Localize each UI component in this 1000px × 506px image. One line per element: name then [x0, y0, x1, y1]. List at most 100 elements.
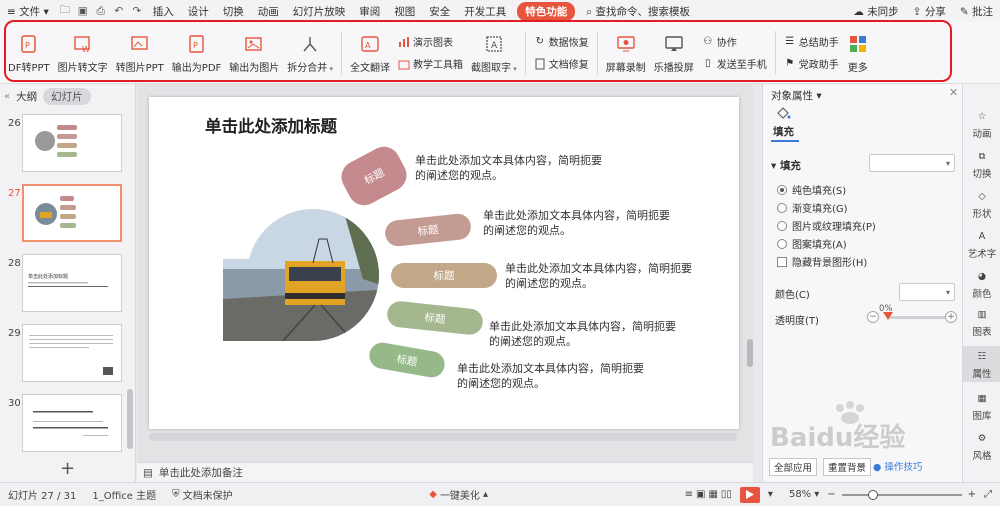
tab-animation[interactable]: 动画 [251, 4, 286, 19]
share-button[interactable]: ⇪ 分享 [906, 4, 953, 19]
sidebar-item-chart[interactable]: ▥ 图表 [963, 306, 1000, 339]
sidebar-item-color[interactable]: ◕ 颜色 [963, 268, 1000, 301]
sorter-view-icon[interactable]: ▦ [708, 489, 717, 500]
more-button[interactable]: 更多 [843, 27, 873, 79]
sidebar-item-wordart[interactable]: A 艺术字 [963, 228, 1000, 261]
slide-thumbnail-30[interactable]: 30 [0, 394, 130, 454]
transparency-slider[interactable] [883, 312, 945, 320]
body-text-3[interactable]: 单击此处添加文本具体内容，简明扼要的阐述您的观点。 [505, 261, 695, 291]
body-text-2[interactable]: 单击此处添加文本具体内容，简明扼要的阐述您的观点。 [483, 208, 673, 238]
party-assistant-button[interactable]: ⚑ 党政助手 [784, 56, 838, 71]
tab-developer[interactable]: 开发工具 [457, 4, 513, 19]
tab-transition[interactable]: 切换 [216, 4, 251, 19]
radio-pattern-fill[interactable]: 图案填充(A) [777, 236, 847, 251]
sidebar-item-shape[interactable]: ◇ 形状 [963, 188, 1000, 221]
fill-type-dropdown[interactable]: ▾ [869, 154, 955, 172]
undo-icon[interactable]: ↶ [110, 5, 128, 17]
tab-insert[interactable]: 插入 [146, 4, 181, 19]
slider-knob[interactable] [883, 312, 893, 320]
zoom-level[interactable]: 58% ▾ [781, 489, 827, 500]
notes-pane[interactable]: ▤ 单击此处添加备注 [137, 462, 753, 482]
zoom-in-button[interactable]: + [968, 489, 976, 500]
radio-picture-fill[interactable]: 图片或纹理填充(P) [777, 218, 876, 233]
section-fill[interactable]: ▾ 填充 [771, 158, 801, 173]
theme-name[interactable]: 1_Office 主题 [84, 487, 164, 502]
tab-view[interactable]: 视图 [387, 4, 422, 19]
increase-transparency-button[interactable]: + [945, 311, 957, 323]
thumbnail-scrollbar[interactable] [127, 389, 133, 449]
title-pill-3[interactable]: 标题 [391, 263, 497, 288]
reading-view-icon[interactable]: ▯▯ [721, 489, 732, 500]
sidebar-item-properties[interactable]: ☷ 属性 [963, 346, 1000, 382]
color-dropdown[interactable]: ▾ [899, 283, 955, 301]
tips-link[interactable]: ● 操作技巧 [873, 459, 922, 473]
tab-review[interactable]: 审阅 [352, 4, 387, 19]
radio-gradient-fill[interactable]: 渐变填充(G) [777, 200, 848, 215]
slide-thumbnail-28[interactable]: 28 单击此处添加标题 [0, 254, 130, 314]
image-to-text-button[interactable]: W 图片转文字 [54, 27, 112, 79]
beautify-button[interactable]: ◆ 一键美化 ▴ [421, 487, 496, 502]
tab-special-features[interactable]: 特色功能 [517, 1, 576, 21]
slide-thumbnail-27[interactable]: 27 [0, 184, 130, 244]
vertical-scrollbar[interactable] [747, 339, 753, 367]
screen-record-button[interactable]: 屏幕录制 [602, 27, 650, 79]
body-text-1[interactable]: 单击此处添加文本具体内容，简明扼要的阐述您的观点。 [415, 153, 605, 183]
title-pill-2[interactable]: 标题 [383, 212, 473, 248]
split-merge-button[interactable]: 拆分合并 ▾ [283, 27, 337, 79]
slide-title[interactable]: 单击此处添加标题 [205, 113, 337, 137]
doc-repair-button[interactable]: 文档修复 [534, 56, 589, 71]
add-slide-button[interactable]: + [60, 458, 75, 479]
sidebar-item-style[interactable]: ⚙ 风格 [963, 430, 1000, 463]
panel-title[interactable]: 对象属性 ▾ [771, 88, 822, 103]
title-pill-4[interactable]: 标题 [385, 300, 485, 336]
fit-window-icon[interactable]: ⤢ [976, 489, 1000, 500]
pdf-to-ppt-button[interactable]: P DF转PPT [4, 27, 54, 79]
tab-slides[interactable]: 幻灯片 [43, 87, 91, 105]
slide-thumbnail-26[interactable]: 26 [0, 114, 130, 174]
tab-outline[interactable]: 大纲 [16, 89, 37, 104]
title-pill-5[interactable]: 标题 [367, 340, 447, 380]
data-recovery-button[interactable]: ↻ 数据恢复 [534, 34, 589, 49]
slide-27[interactable]: 单击此处添加标题 标题 单击此处添加文本具体内容，简明扼要的阐述您的观点。 标题… [149, 97, 739, 429]
slide-thumbnail-29[interactable]: 29 [0, 324, 130, 384]
sidebar-item-transition[interactable]: ⧉ 切换 [963, 148, 1000, 181]
zoom-slider[interactable] [841, 489, 962, 500]
tab-slideshow[interactable]: 幻灯片放映 [286, 4, 353, 19]
play-slideshow-button[interactable] [739, 486, 760, 503]
zoom-out-button[interactable]: − [827, 489, 835, 500]
sidebar-item-animation[interactable]: ☆ 动画 [963, 108, 1000, 141]
teach-toolbox-button[interactable]: 教学工具箱 [398, 56, 463, 71]
hide-background-checkbox[interactable]: 隐藏背景图形(H) [777, 254, 867, 269]
protect-status[interactable]: ⛨ 文档未保护 [164, 487, 241, 502]
open-icon[interactable]: 🗀 [56, 2, 74, 20]
body-text-5[interactable]: 单击此处添加文本具体内容，简明扼要的阐述您的观点。 [457, 361, 647, 391]
title-pill-1[interactable]: 标题 [335, 141, 413, 211]
image-to-ppt-button[interactable]: 转图片PPT [112, 27, 168, 79]
redo-icon[interactable]: ↷ [128, 5, 146, 17]
send-phone-button[interactable]: ▯ 发送至手机 [702, 56, 767, 71]
decrease-transparency-button[interactable]: − [867, 311, 879, 323]
full-translate-button[interactable]: A 全文翻译 [346, 27, 394, 79]
notes-view-icon[interactable]: ≡ [685, 489, 693, 500]
close-icon[interactable]: ✕ [949, 86, 958, 99]
body-text-4[interactable]: 单击此处添加文本具体内容，简明扼要的阐述您的观点。 [489, 319, 679, 349]
demo-chart-button[interactable]: 演示图表 [398, 34, 463, 49]
save-icon[interactable]: ▣ [74, 5, 92, 17]
play-options-icon[interactable]: ▾ [760, 489, 781, 500]
file-menu[interactable]: ≡ 文件 ▾ [0, 4, 56, 19]
collapse-panel-icon[interactable]: « [4, 91, 10, 102]
zoom-knob[interactable] [867, 489, 878, 500]
reset-background-button[interactable]: 重置背景 [823, 458, 872, 476]
export-pdf-button[interactable]: P 输出为PDF [168, 27, 225, 79]
screenshot-text-button[interactable]: A 截图取字 ▾ [467, 27, 521, 79]
export-image-button[interactable]: 输出为图片 [225, 27, 283, 79]
search-command[interactable]: ⌕ 查找命令、搜索模板 [579, 4, 697, 19]
tab-design[interactable]: 设计 [181, 4, 216, 19]
normal-view-icon[interactable]: ▣ [696, 489, 705, 500]
apply-all-button[interactable]: 全部应用 [769, 458, 818, 476]
tab-security[interactable]: 安全 [422, 4, 457, 19]
sync-status[interactable]: ☁ 未同步 [846, 4, 905, 19]
tab-fill[interactable]: 填充 [773, 124, 794, 139]
horizontal-scrollbar[interactable] [149, 433, 737, 441]
comment-button[interactable]: ✎ 批注 [953, 4, 1000, 19]
